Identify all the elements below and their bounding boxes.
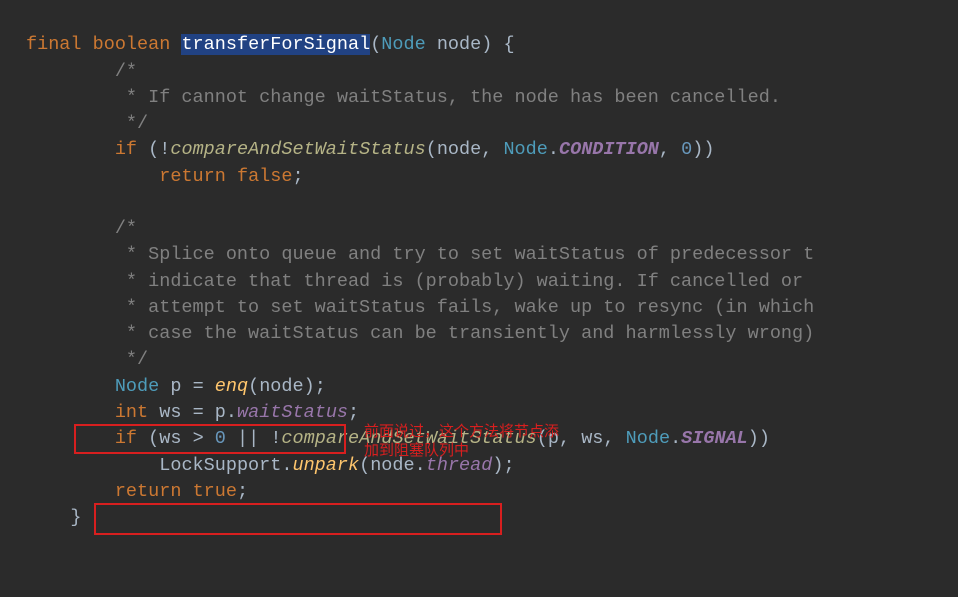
- var: node: [437, 139, 481, 160]
- comment-line: /*: [26, 61, 137, 82]
- paren: );: [304, 376, 326, 397]
- comment-line: */: [26, 113, 148, 134]
- type-node: Node: [626, 428, 670, 449]
- dot: .: [670, 428, 681, 449]
- semi: ;: [292, 166, 303, 187]
- var-ws: ws: [159, 428, 181, 449]
- annotation-text: 前面说过，这个方法将节点添 加到阻塞队列中: [364, 423, 624, 461]
- comment-line: * If cannot change waitStatus, the node …: [26, 87, 781, 108]
- eq: =: [181, 402, 214, 423]
- method-call: compareAndSetWaitStatus: [170, 139, 425, 160]
- class-locksupport: LockSupport: [159, 455, 281, 476]
- comma: ,: [659, 139, 681, 160]
- keyword-if: if: [115, 139, 137, 160]
- method-unpark: unpark: [292, 455, 359, 476]
- type-node: Node: [381, 34, 425, 55]
- paren: )): [692, 139, 714, 160]
- keyword-if: if: [115, 428, 137, 449]
- code-line: return false;: [26, 166, 304, 187]
- keyword-return: return: [159, 166, 226, 187]
- comment-line: /*: [26, 218, 137, 239]
- comment-line: * case the waitStatus can be transiently…: [26, 323, 814, 344]
- comma: ,: [481, 139, 503, 160]
- param-node: node: [437, 34, 481, 55]
- number: 0: [215, 428, 226, 449]
- field-condition: CONDITION: [559, 139, 659, 160]
- paren: (: [248, 376, 259, 397]
- code-line: Node p = enq(node);: [26, 376, 326, 397]
- annotation-line2: 加到阻塞队列中: [364, 442, 469, 459]
- keyword-return: return: [115, 481, 182, 502]
- number: 0: [681, 139, 692, 160]
- paren: )): [748, 428, 770, 449]
- paren: (: [137, 428, 159, 449]
- annotation-line1: 前面说过，这个方法将节点添: [364, 423, 559, 440]
- comment-line: */: [26, 349, 148, 370]
- comment-line: * attempt to set waitStatus fails, wake …: [26, 297, 814, 318]
- dot: .: [548, 139, 559, 160]
- keyword-true: true: [193, 481, 237, 502]
- keyword-final: final: [26, 34, 82, 55]
- type-node: Node: [503, 139, 547, 160]
- var-ws: ws: [159, 402, 181, 423]
- brace: ) {: [481, 34, 514, 55]
- semi: ;: [348, 402, 359, 423]
- paren: (: [426, 139, 437, 160]
- keyword-int: int: [115, 402, 148, 423]
- code-line: if (!compareAndSetWaitStatus(node, Node.…: [26, 139, 714, 160]
- code-line: final boolean transferForSignal(Node nod…: [26, 34, 515, 55]
- method-enq: enq: [215, 376, 248, 397]
- dot: .: [226, 402, 237, 423]
- blank-line: [26, 192, 37, 213]
- code-line: }: [26, 507, 82, 528]
- field-signal: SIGNAL: [681, 428, 748, 449]
- op: >: [181, 428, 214, 449]
- paren: (: [370, 34, 381, 55]
- method-name-selected: transferForSignal: [181, 34, 370, 55]
- var-p: p: [215, 402, 226, 423]
- op: || !: [226, 428, 282, 449]
- eq: =: [181, 376, 214, 397]
- field-waitstatus: waitStatus: [237, 402, 348, 423]
- comment-line: * indicate that thread is (probably) wai…: [26, 271, 814, 292]
- keyword-boolean: boolean: [93, 34, 171, 55]
- code-line: int ws = p.waitStatus;: [26, 402, 359, 423]
- dot: .: [281, 455, 292, 476]
- punct: (!: [137, 139, 170, 160]
- var-p: p: [170, 376, 181, 397]
- semi: ;: [237, 481, 248, 502]
- code-line: return true;: [26, 481, 248, 502]
- comment-line: * Splice onto queue and try to set waitS…: [26, 244, 814, 265]
- type-node: Node: [115, 376, 159, 397]
- keyword-false: false: [237, 166, 293, 187]
- var-node: node: [259, 376, 303, 397]
